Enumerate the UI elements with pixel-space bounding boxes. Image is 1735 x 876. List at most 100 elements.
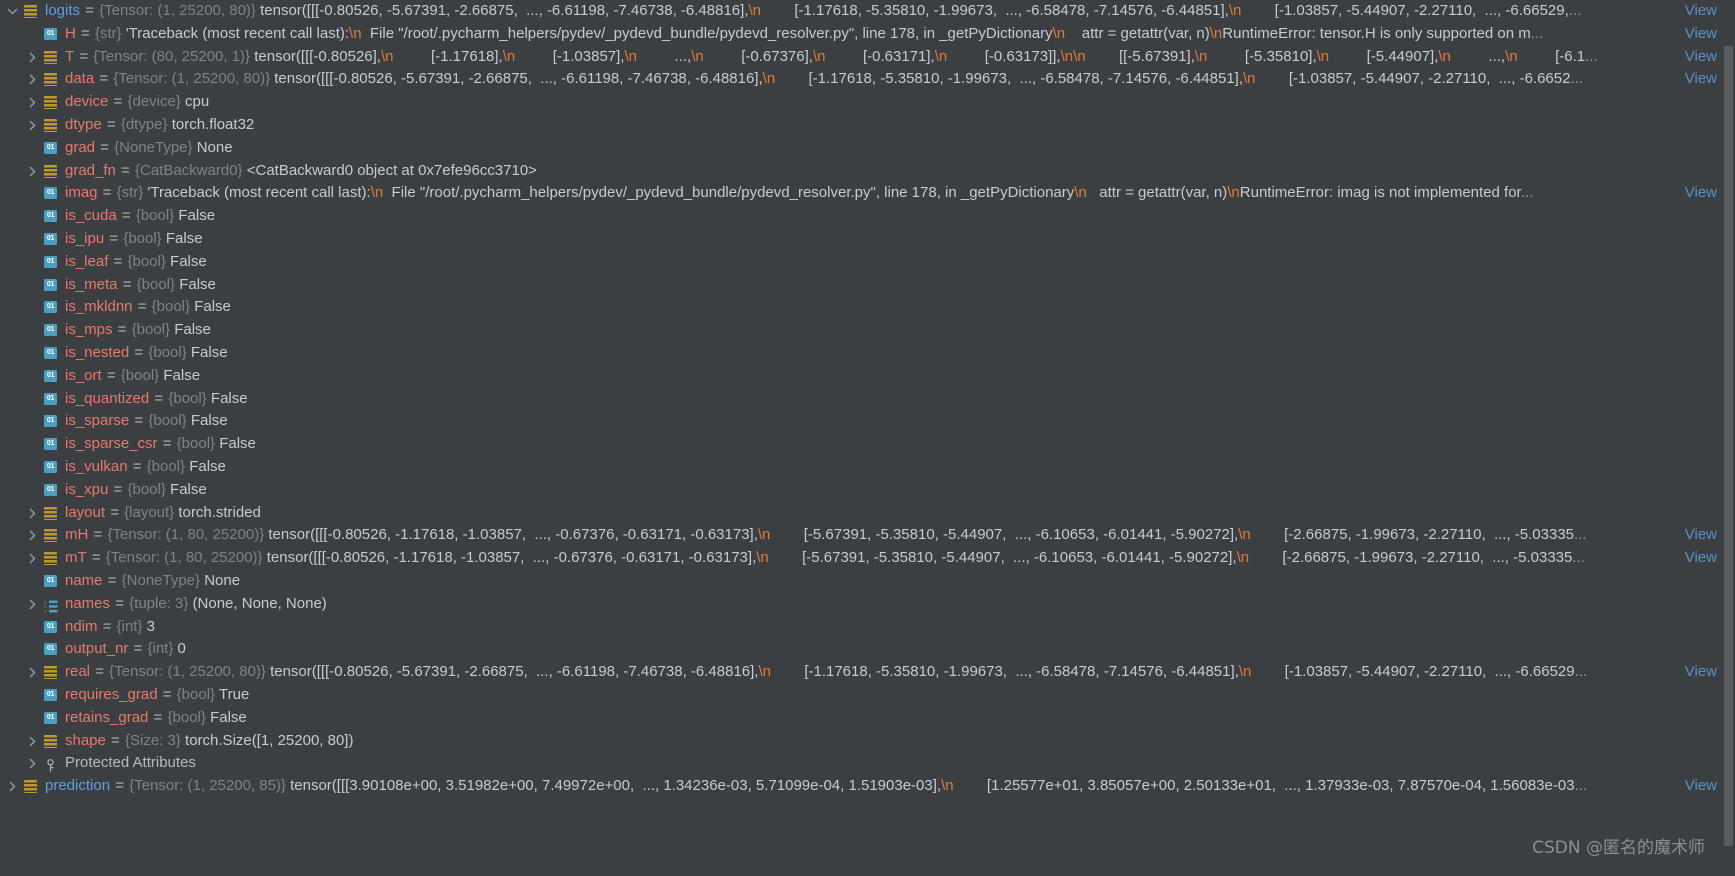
csdn-watermark: CSDN @匿名的魔术师 (1532, 838, 1705, 858)
variable-row-dtype[interactable]: dtype = {dtype} torch.float32 (0, 114, 1735, 137)
variable-value-part: \n (1052, 24, 1066, 42)
equals-sign: = (158, 435, 176, 453)
variable-name: real (65, 663, 91, 681)
chevron-placeholder (24, 23, 42, 46)
variable-row-data[interactable]: data = {Tensor: (1, 25200, 80)} tensor([… (0, 68, 1735, 91)
variable-row-is_ort[interactable]: 01 is_ort = {bool} False (0, 365, 1735, 388)
variable-row-prediction[interactable]: prediction = {Tensor: (1, 25200, 85)} te… (0, 775, 1735, 798)
variable-type: {bool} (176, 685, 216, 703)
variable-type: {bool} (168, 389, 207, 407)
vertical-scrollbar-thumb[interactable] (1724, 46, 1733, 846)
chevron-right-icon[interactable] (24, 547, 42, 570)
view-link[interactable]: View (1685, 524, 1717, 547)
view-link[interactable]: View (1685, 775, 1717, 798)
chevron-right-icon[interactable] (24, 502, 42, 525)
variable-row-is_sparse_csr[interactable]: 01 is_sparse_csr = {bool} False (0, 433, 1735, 456)
variables-tree[interactable]: logits = {Tensor: (1, 25200, 80)} tensor… (0, 0, 1735, 798)
variable-type: {device} (127, 93, 181, 111)
chevron-down-icon[interactable] (4, 0, 22, 23)
chevron-right-icon[interactable] (24, 46, 42, 69)
variable-row-T[interactable]: T = {Tensor: (80, 25200, 1)} tensor([[[-… (0, 46, 1735, 69)
equals-sign: = (109, 480, 127, 498)
chevron-right-icon[interactable] (24, 752, 42, 775)
equals-sign: = (105, 229, 123, 247)
view-link[interactable]: View (1685, 182, 1717, 205)
chevron-right-icon[interactable] (4, 775, 22, 798)
variable-name: is_xpu (65, 480, 109, 498)
variable-value-part: [-1.17618, -5.35810, -1.99673, ..., -6.5… (775, 70, 1244, 88)
variable-row-is_leaf[interactable]: 01 is_leaf = {bool} False (0, 251, 1735, 274)
variable-text: is_sparse = {bool} False (65, 410, 1717, 433)
variable-row-grad[interactable]: 01 grad = {NoneType} None (0, 137, 1735, 160)
variable-value-part: tensor([[[-0.80526, -5.67391, -2.66875, … (274, 70, 763, 88)
variable-row-ndim[interactable]: 01 ndim = {int} 3 (0, 616, 1735, 639)
variable-row-is_ipu[interactable]: 01 is_ipu = {bool} False (0, 228, 1735, 251)
variable-row-is_vulkan[interactable]: 01 is_vulkan = {bool} False (0, 456, 1735, 479)
variable-row-is_meta[interactable]: 01 is_meta = {bool} False (0, 274, 1735, 297)
view-link[interactable]: View (1685, 547, 1717, 570)
variable-value-part: File "/root/.pycharm_helpers/pydev/_pyde… (361, 24, 1053, 42)
variable-row-layout[interactable]: layout = {layout} torch.strided (0, 502, 1735, 525)
variable-row-name[interactable]: 01 name = {NoneType} None (0, 570, 1735, 593)
view-link[interactable]: View (1685, 68, 1717, 91)
variable-row-mH[interactable]: mH = {Tensor: (1, 80, 25200)} tensor([[[… (0, 524, 1735, 547)
chevron-right-icon[interactable] (24, 593, 42, 616)
variable-name: retains_grad (65, 708, 149, 726)
view-link[interactable]: View (1685, 661, 1717, 684)
variable-text: layout = {layout} torch.strided (65, 502, 1717, 525)
variable-value-part: \n (1209, 24, 1223, 42)
equals-sign: = (116, 161, 134, 179)
variable-text: H = {str} 'Traceback (most recent call l… (65, 23, 1683, 46)
variable-type: {layout} (124, 503, 175, 521)
variable-name: is_meta (65, 275, 118, 293)
variable-text: T = {Tensor: (80, 25200, 1)} tensor([[[-… (65, 46, 1683, 69)
chevron-right-icon[interactable] (24, 114, 42, 137)
variable-row-grad_fn[interactable]: grad_fn = {CatBackward0} <CatBackward0 o… (0, 160, 1735, 183)
variable-row-output_nr[interactable]: 01 output_nr = {int} 0 (0, 638, 1735, 661)
chevron-right-icon[interactable] (24, 524, 42, 547)
variable-row-requires_grad[interactable]: 01 requires_grad = {bool} True (0, 684, 1735, 707)
chevron-right-icon[interactable] (24, 160, 42, 183)
view-link[interactable]: View (1685, 46, 1717, 69)
variable-row-logits[interactable]: logits = {Tensor: (1, 25200, 80)} tensor… (0, 0, 1735, 23)
variable-row-imag[interactable]: 01 imag = {str} 'Traceback (most recent c… (0, 182, 1735, 205)
chevron-right-icon[interactable] (24, 661, 42, 684)
vertical-scrollbar[interactable] (1722, 0, 1735, 876)
view-link[interactable]: View (1685, 23, 1717, 46)
variable-row-shape[interactable]: shape = {Size: 3} torch.Size([1, 25200, … (0, 730, 1735, 753)
variable-value-part: False (179, 275, 216, 293)
variable-type: {bool} (123, 229, 162, 247)
variable-row-is_nested[interactable]: 01 is_nested = {bool} False (0, 342, 1735, 365)
variable-row-is_xpu[interactable]: 01 is_xpu = {bool} False (0, 479, 1735, 502)
variable-value-part: cpu (185, 93, 210, 111)
value-ellipsis: ... (1570, 70, 1583, 88)
variable-value-part: False (194, 298, 231, 316)
variable-row-is_quantized[interactable]: 01 is_quantized = {bool} False (0, 388, 1735, 411)
variable-name: mT (65, 549, 87, 567)
chevron-placeholder (24, 342, 42, 365)
variable-value-part: False (170, 480, 207, 498)
variable-row-is_cuda[interactable]: 01 is_cuda = {bool} False (0, 205, 1735, 228)
variable-value-part: None (196, 138, 233, 156)
primitive-icon: 01 (42, 707, 60, 730)
variable-row-device[interactable]: device = {device} cpu (0, 91, 1735, 114)
variable-row-is_mkldnn[interactable]: 01 is_mkldnn = {bool} False (0, 296, 1735, 319)
variable-value-part: \n (1228, 2, 1242, 19)
variable-value-part: ..., (637, 47, 692, 65)
variable-row-mT[interactable]: mT = {Tensor: (1, 80, 25200)} tensor([[[… (0, 547, 1735, 570)
variable-row-H[interactable]: 01 H = {str} 'Traceback (most recent call… (0, 23, 1735, 46)
variable-row-protected-attributes[interactable]: Protected Attributes (0, 752, 1735, 775)
view-link[interactable]: View (1685, 0, 1717, 23)
variable-type: {bool} (131, 321, 171, 339)
variable-row-real[interactable]: real = {Tensor: (1, 25200, 80)} tensor([… (0, 661, 1735, 684)
variable-row-is_sparse[interactable]: 01 is_sparse = {bool} False (0, 410, 1735, 433)
chevron-right-icon[interactable] (24, 730, 42, 753)
variable-value-part: \n (1243, 70, 1256, 88)
variable-value-part: False (174, 321, 211, 339)
variable-row-retains_grad[interactable]: 01 retains_grad = {bool} False (0, 707, 1735, 730)
variable-row-names[interactable]: 1 2 3 names = {tuple: 3} (None, None, None) (0, 593, 1735, 616)
chevron-right-icon[interactable] (24, 68, 42, 91)
variable-value-part: \n (812, 47, 826, 65)
variable-row-is_mps[interactable]: 01 is_mps = {bool} False (0, 319, 1735, 342)
chevron-right-icon[interactable] (24, 91, 42, 114)
